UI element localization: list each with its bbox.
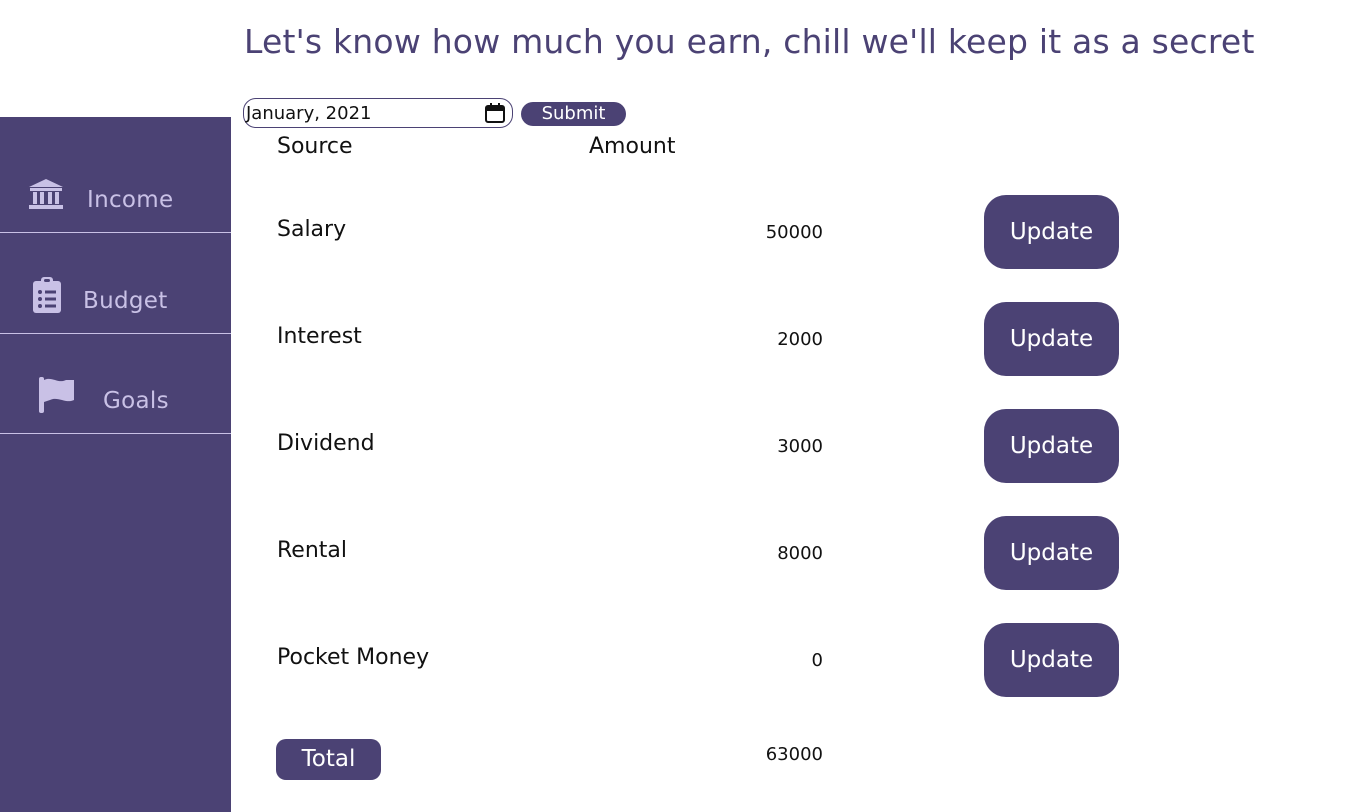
- sidebar-item-income[interactable]: Income: [0, 132, 231, 233]
- row-source: Rental: [277, 538, 347, 563]
- sidebar-item-budget[interactable]: Budget: [0, 233, 231, 334]
- row-amount: 2000: [777, 329, 823, 350]
- sidebar: Income Budget Goals: [0, 117, 231, 812]
- sidebar-item-label: Budget: [83, 288, 168, 314]
- row-amount: 0: [811, 650, 823, 671]
- sidebar-item-label: Goals: [103, 388, 169, 414]
- update-button[interactable]: Update: [984, 623, 1119, 697]
- row-source: Pocket Money: [277, 645, 430, 670]
- row-source: Salary: [277, 217, 347, 242]
- row-source: Interest: [277, 324, 362, 349]
- update-button[interactable]: Update: [984, 195, 1119, 269]
- clipboard-list-icon: [33, 277, 61, 313]
- bank-icon: [29, 179, 63, 209]
- calendar-icon[interactable]: [484, 102, 506, 124]
- flag-icon: [39, 377, 74, 413]
- update-button[interactable]: Update: [984, 516, 1119, 590]
- submit-button[interactable]: Submit: [521, 102, 626, 126]
- sidebar-item-label: Income: [87, 187, 174, 213]
- row-source: Dividend: [277, 431, 375, 456]
- update-button[interactable]: Update: [984, 409, 1119, 483]
- sidebar-item-goals[interactable]: Goals: [0, 333, 231, 434]
- row-amount: 8000: [777, 543, 823, 564]
- row-amount: 50000: [765, 222, 823, 243]
- total-label: Total: [276, 739, 381, 780]
- month-date-input[interactable]: January, 2021: [243, 98, 513, 128]
- total-value: 63000: [765, 744, 823, 765]
- page-title: Let's know how much you earn, chill we'l…: [244, 22, 1255, 61]
- row-amount: 3000: [777, 436, 823, 457]
- amount-column-header: Amount: [589, 134, 676, 159]
- date-input-value: January, 2021: [246, 103, 372, 124]
- source-column-header: Source: [277, 134, 353, 159]
- update-button[interactable]: Update: [984, 302, 1119, 376]
